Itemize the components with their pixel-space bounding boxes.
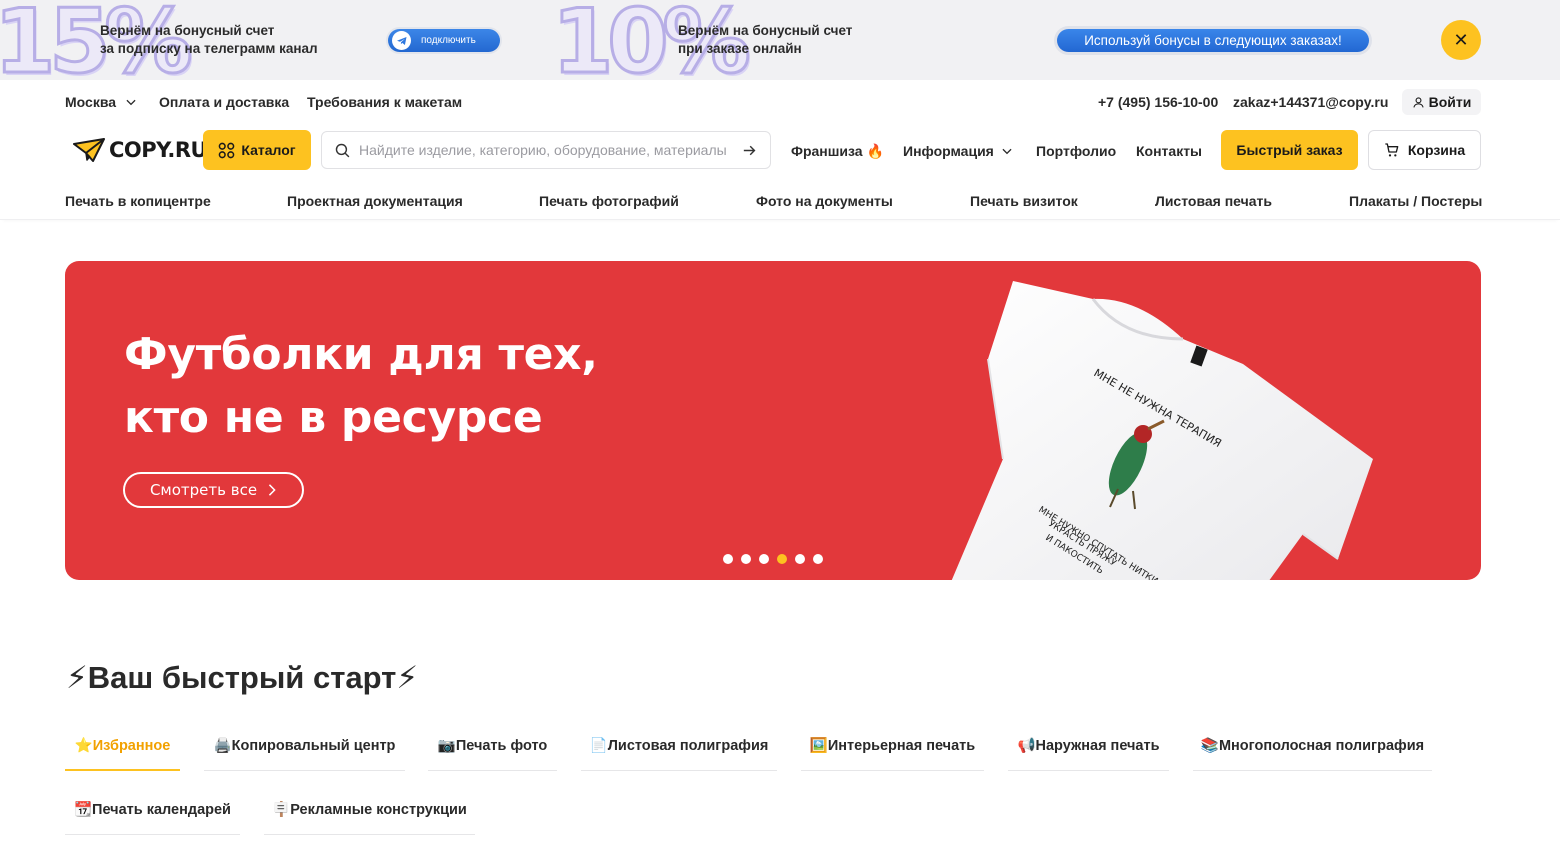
search-input[interactable] [359, 142, 733, 158]
chevron-down-icon [126, 99, 136, 106]
use-bonuses-button[interactable]: Используй бонусы в следующих заказах! [1054, 26, 1372, 55]
promo-close-button[interactable]: ✕ [1441, 20, 1481, 60]
cart-button[interactable]: Корзина [1368, 130, 1481, 170]
slider-dot[interactable] [777, 554, 787, 564]
site-logo[interactable]: COPY.RU [73, 138, 208, 162]
tab-photo-print[interactable]: 📷Печать фото [428, 735, 557, 771]
quick-order-button[interactable]: Быстрый заказ [1221, 130, 1358, 170]
tab-outdoor-print[interactable]: 📢Наружная печать [1008, 735, 1169, 771]
requirements-link[interactable]: Требования к макетам [307, 94, 462, 110]
category-nav: Печать в копицентре Проектная документац… [0, 180, 1560, 220]
nav-contacts[interactable]: Контакты [1136, 143, 1202, 159]
tab-multipage-print[interactable]: 📚Многополосная полиграфия [1193, 735, 1432, 771]
category-link[interactable]: Фото на документы [756, 193, 893, 209]
city-selector[interactable]: Москва [65, 94, 138, 110]
quickstart-title: ⚡Ваш быстрый старт⚡ [66, 660, 419, 695]
search-box [321, 131, 771, 169]
promo-bar: 15% Вернём на бонусный счет за подписку … [0, 0, 1560, 80]
nav-info[interactable]: Информация [903, 143, 1014, 159]
login-button[interactable]: Войти [1402, 89, 1481, 115]
email-link[interactable]: zakaz+144371@copy.ru [1233, 94, 1388, 110]
telegram-icon [392, 31, 411, 50]
slider-dot[interactable] [813, 554, 823, 564]
nav-portfolio[interactable]: Портфолио [1036, 143, 1116, 159]
phone-link[interactable]: +7 (495) 156-10-00 [1098, 94, 1218, 110]
tab-ad-structures[interactable]: 🪧Рекламные конструкции [264, 799, 475, 835]
tab-interior-print[interactable]: 🖼️Интерьерная печать [801, 735, 984, 771]
arrow-right-icon[interactable] [741, 142, 758, 159]
main-header: COPY.RU Каталог Франшиза 🔥 Информация По… [0, 124, 1560, 180]
category-link[interactable]: Плакаты / Постеры [1349, 193, 1482, 209]
slider-dot[interactable] [741, 554, 751, 564]
slider-dots [723, 554, 823, 564]
catalog-button[interactable]: Каталог [203, 130, 311, 170]
category-link[interactable]: Печать в копицентре [65, 193, 211, 209]
tab-favorites[interactable]: ⭐Избранное [65, 735, 180, 771]
tab-sheet-printing[interactable]: 📄Листовая полиграфия [581, 735, 777, 771]
nav-franchise[interactable]: Франшиза 🔥 [791, 143, 884, 160]
delivery-link[interactable]: Оплата и доставка [159, 94, 289, 110]
slider-dot[interactable] [723, 554, 733, 564]
chevron-down-icon [1002, 148, 1012, 155]
top-info-bar: Москва Оплата и доставка Требования к ма… [0, 80, 1560, 124]
banner-title: Футболки для тех, кто не в ресурсе [124, 329, 598, 443]
category-link[interactable]: Проектная документация [287, 193, 463, 209]
close-icon: ✕ [1453, 29, 1469, 50]
tab-copy-center[interactable]: 🖨️Копировальный центр [204, 735, 405, 771]
user-icon [1412, 96, 1424, 108]
chevron-right-icon [268, 484, 276, 496]
promo-text-online: Вернём на бонусный счет при заказе онлай… [678, 23, 853, 56]
grid-icon [219, 142, 235, 158]
tshirt-image: МНЕ НЕ НУЖНА ТЕРАПИЯ МНЕ НУЖНО СПУТАТЬ Н… [951, 281, 1373, 580]
cart-icon [1385, 143, 1399, 157]
search-icon [335, 143, 350, 157]
telegram-connect-button[interactable]: подключить [386, 27, 502, 54]
tab-calendars[interactable]: 📆Печать календарей [65, 799, 240, 835]
promo-text-telegram: Вернём на бонусный счет за подписку на т… [100, 23, 318, 56]
paper-plane-logo-icon [73, 138, 105, 162]
promo-banner[interactable]: Футболки для тех, кто не в ресурсе Смотр… [65, 261, 1481, 580]
view-all-button[interactable]: Смотреть все [123, 472, 304, 508]
slider-dot[interactable] [795, 554, 805, 564]
slider-dot[interactable] [759, 554, 769, 564]
category-link[interactable]: Листовая печать [1155, 193, 1272, 209]
category-link[interactable]: Печать фотографий [539, 193, 679, 209]
category-link[interactable]: Печать визиток [970, 193, 1078, 209]
